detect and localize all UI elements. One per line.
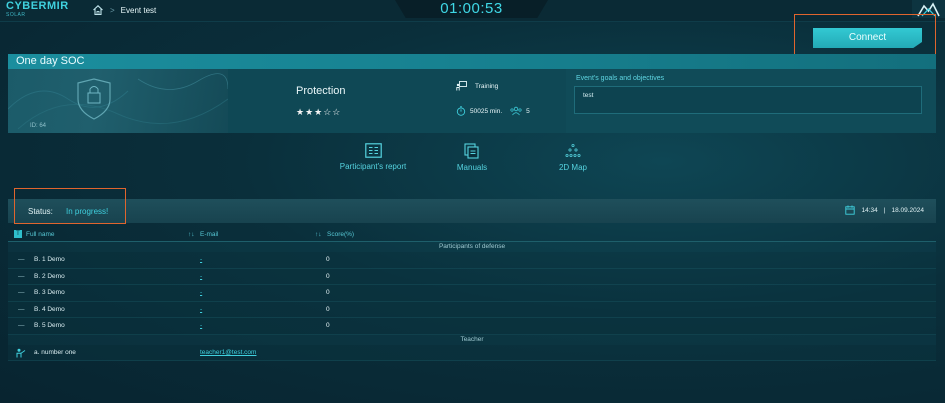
event-title-bar: One day SOC <box>8 54 936 69</box>
participant-score: 0 <box>326 272 330 280</box>
participants-count: 5 <box>526 107 530 115</box>
event-title: One day SOC <box>16 55 85 67</box>
logo-text: CYBERMIR <box>6 0 69 12</box>
map-2d-link[interactable]: 2D Map <box>553 143 593 172</box>
status-highlight-frame <box>14 188 126 224</box>
participant-email[interactable]: - <box>200 256 202 263</box>
breadcrumb: > Event test <box>92 4 156 16</box>
participant-score: 0 <box>326 256 330 263</box>
connect-button[interactable]: Connect <box>813 28 922 48</box>
event-banner-image: ID: 64 <box>8 69 228 133</box>
participant-score: 0 <box>326 289 330 296</box>
row-dash: — <box>18 289 25 296</box>
participant-name: B. 2 Demo <box>34 272 65 280</box>
datetime-separator: | <box>883 206 886 214</box>
manuals-link[interactable]: Manuals <box>452 143 492 172</box>
event-category: Protection <box>296 85 346 97</box>
goals-textbox: test <box>574 86 922 114</box>
event-type: Training <box>456 81 498 91</box>
teacher-name: a. number one <box>34 348 76 356</box>
table-row[interactable]: — B. 5 Demo - 0 <box>8 318 936 335</box>
home-icon[interactable] <box>92 4 104 16</box>
goals-panel: Event's goals and objectives test <box>566 69 936 133</box>
calendar-icon <box>845 205 856 215</box>
col-email-sort-icon[interactable]: ↑↓ <box>188 231 195 238</box>
col-score-sort-icon[interactable]: ↑↓ <box>315 231 322 238</box>
teacher-icon <box>16 348 26 357</box>
participants-report-label: Participant's report <box>339 162 407 171</box>
participant-email[interactable]: - <box>200 289 202 296</box>
event-card: ID: 64 Protection ★★★☆☆ Training 50025 m… <box>8 69 936 133</box>
event-time: 14:34 <box>861 206 878 214</box>
map-2d-label: 2D Map <box>558 163 587 172</box>
participant-name: B. 5 Demo <box>34 322 65 329</box>
event-date: 18.09.2024 <box>891 206 924 214</box>
event-type-label: Training <box>475 82 499 90</box>
logo-subtext: SOLAR <box>6 12 26 18</box>
event-meta: 50025 min. 5 <box>456 106 530 116</box>
difficulty-stars: ★★★☆☆ <box>296 107 342 117</box>
row-dash: — <box>18 272 25 280</box>
status-bar: Status: In progress! 14:34 | 18.09.2024 <box>8 199 936 223</box>
group-defense-label: Participants of defense <box>8 242 936 252</box>
participant-email[interactable]: - <box>200 273 202 280</box>
group-teacher-label: Teacher <box>8 334 936 345</box>
event-id: ID: 64 <box>30 123 47 129</box>
logo[interactable]: CYBERMIR SOLAR <box>6 1 69 18</box>
event-datetime: 14:34 | 18.09.2024 <box>845 205 924 215</box>
select-all-checkbox[interactable]: T <box>14 230 22 238</box>
row-dash: — <box>18 256 25 263</box>
table-row[interactable]: — B. 1 Demo - 0 <box>8 252 936 269</box>
goals-text: test <box>583 92 594 99</box>
event-duration: 50025 min. <box>470 107 503 115</box>
participant-name: B. 3 Demo <box>34 289 65 296</box>
table-header: T Full name ↑↓ E-mail ↑↓ Score(%) <box>8 228 936 242</box>
table-row[interactable]: — B. 4 Demo - 0 <box>8 301 936 318</box>
stopwatch-icon <box>456 106 466 116</box>
network-map-icon <box>565 143 581 157</box>
participant-name: B. 1 Demo <box>34 256 65 263</box>
table-row[interactable]: — B. 2 Demo - 0 <box>8 268 936 285</box>
breadcrumb-separator: > <box>110 5 115 15</box>
participant-email[interactable]: - <box>200 322 202 329</box>
participants-table: T Full name ↑↓ E-mail ↑↓ Score(%) Partic… <box>8 228 936 361</box>
manuals-icon <box>464 143 479 159</box>
teacher-row[interactable]: a. number one teacher1@test.com <box>8 344 936 361</box>
participant-score: 0 <box>326 322 330 329</box>
col-score[interactable]: Score(%) <box>327 231 354 238</box>
row-dash: — <box>18 305 25 313</box>
goals-title: Event's goals and objectives <box>576 75 665 82</box>
col-email[interactable]: E-mail <box>200 231 218 238</box>
teacher-email[interactable]: teacher1@test.com <box>200 349 256 356</box>
report-icon <box>364 143 382 158</box>
table-row[interactable]: — B. 3 Demo - 0 <box>8 285 936 302</box>
event-timer: 01:00:53 <box>395 0 548 18</box>
breadcrumb-current: Event test <box>120 5 157 15</box>
manuals-label: Manuals <box>456 163 488 172</box>
training-board-icon <box>456 81 467 91</box>
participants-report-link[interactable]: Participant's report <box>330 143 416 171</box>
col-fullname[interactable]: Full name <box>26 231 55 238</box>
participant-email[interactable]: - <box>200 306 202 313</box>
participants-icon <box>510 106 522 116</box>
participant-name: B. 4 Demo <box>34 305 65 313</box>
row-dash: — <box>18 322 25 329</box>
participant-score: 0 <box>326 305 330 313</box>
